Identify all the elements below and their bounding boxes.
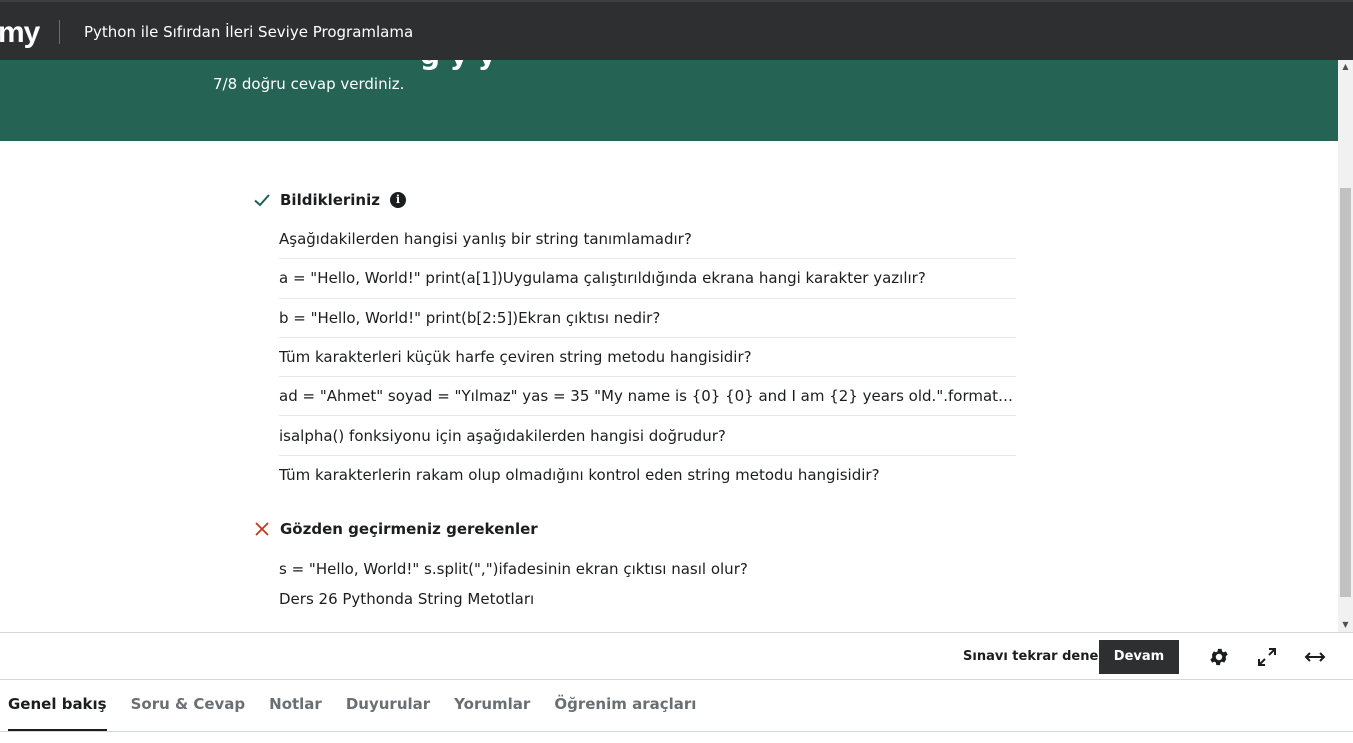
top-header: my Python ile Sıfırdan İleri Seviye Prog… [0, 0, 1353, 60]
known-section-header: Bildikleriniz i [253, 191, 406, 209]
checkmark-icon [253, 191, 271, 209]
known-questions-list: Aşağıdakilerden hangisi yanlış bir strin… [279, 220, 1016, 495]
score-text: 7/8 doğru cevap verdiniz. [213, 75, 405, 93]
expand-icon[interactable] [1256, 646, 1278, 668]
list-item: Tüm karakterlerin rakam olup olmadığını … [279, 466, 880, 485]
course-title[interactable]: Python ile Sıfırdan İleri Seviye Program… [84, 23, 413, 41]
list-item: isalpha() fonksiyonu için aşağıdakilerde… [279, 416, 1016, 456]
known-section-title: Bildikleriniz [280, 191, 380, 209]
quiz-action-bar: Sınavı tekrar dene Devam [0, 632, 1353, 680]
retry-quiz-button[interactable]: Sınavı tekrar dene [963, 649, 1098, 664]
tabs-divider [0, 731, 1353, 732]
course-tabs: Genel bakış Soru & Cevap Notlar Duyurula… [0, 681, 1353, 731]
list-item: a = "Hello, World!" print(a[1])Uygulama … [279, 259, 1016, 299]
list-item: b = "Hello, World!" print(b[2:5])Ekran ç… [279, 299, 1016, 338]
review-question: s = "Hello, World!" s.split(",")ifadesin… [279, 560, 748, 578]
x-icon [253, 520, 271, 538]
gear-icon[interactable] [1208, 646, 1230, 668]
scroll-up-arrow-icon[interactable]: ▲ [1338, 60, 1353, 74]
tab-reviews[interactable]: Yorumlar [454, 681, 530, 731]
tab-learning-tools[interactable]: Öğrenim araçları [554, 681, 696, 731]
header-divider [59, 20, 60, 44]
quiz-result-banner: g y y 7/8 doğru cevap verdiniz. [0, 60, 1338, 141]
list-item: Aşağıdakilerden hangisi yanlış bir strin… [279, 220, 1016, 260]
tab-notes[interactable]: Notlar [269, 681, 322, 731]
info-icon[interactable]: i [389, 192, 406, 208]
tab-qa[interactable]: Soru & Cevap [131, 681, 246, 731]
content-scrollbar[interactable]: ▲ ▼ [1338, 60, 1353, 632]
udemy-logo[interactable]: my [0, 16, 40, 50]
banner-heading-clipped: g y y [420, 60, 496, 71]
tab-announcements[interactable]: Duyurular [346, 681, 430, 731]
review-section-header: Gözden geçirmeniz gerekenler [253, 520, 538, 538]
review-section-title: Gözden geçirmeniz gerekenler [280, 520, 538, 538]
arrows-horizontal-icon[interactable] [1304, 646, 1326, 668]
continue-button[interactable]: Devam [1099, 640, 1179, 674]
scroll-down-arrow-icon[interactable]: ▼ [1338, 618, 1353, 632]
scroll-thumb[interactable] [1340, 188, 1351, 597]
review-lesson-link[interactable]: Ders 26 Pythonda String Metotları [279, 590, 534, 608]
list-item: Tüm karakterleri küçük harfe çeviren str… [279, 338, 1016, 378]
tab-overview[interactable]: Genel bakış [8, 681, 107, 731]
list-item: ad = "Ahmet" soyad = "Yılmaz" yas = 35 "… [279, 377, 1016, 417]
